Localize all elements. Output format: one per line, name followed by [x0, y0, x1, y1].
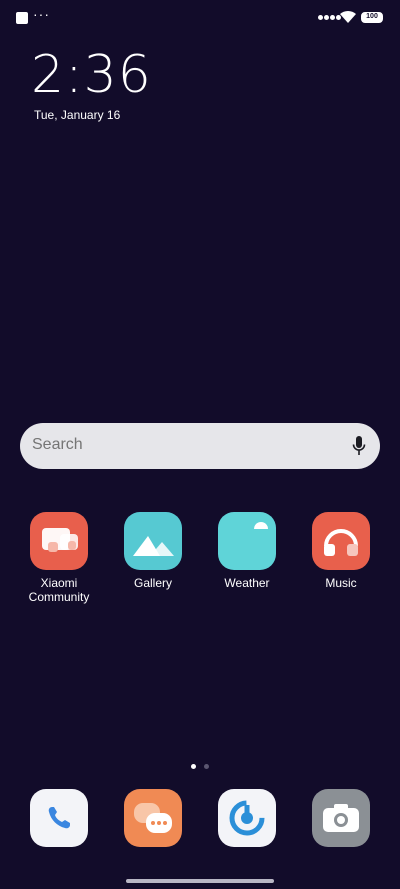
- gallery-icon[interactable]: [124, 512, 182, 570]
- app-xiaomi-community[interactable]: Xiaomi Community: [19, 512, 99, 604]
- app-weather[interactable]: Weather: [207, 512, 287, 590]
- security-icon[interactable]: [218, 789, 276, 847]
- clock-time[interactable]: 2:36: [31, 47, 152, 103]
- app-music[interactable]: Music: [301, 512, 381, 590]
- app-label: Xiaomi Community: [28, 576, 90, 604]
- clock-date[interactable]: Tue, January 16: [34, 108, 120, 122]
- xiaomi-community-icon[interactable]: [30, 512, 88, 570]
- app-label: Gallery: [133, 576, 172, 590]
- battery-icon: 100: [361, 12, 383, 23]
- app-gallery[interactable]: Gallery: [113, 512, 193, 590]
- camera-icon[interactable]: [312, 789, 370, 847]
- wifi-icon: [340, 10, 356, 23]
- microphone-icon[interactable]: [352, 435, 366, 457]
- weather-icon[interactable]: [218, 512, 276, 570]
- home-indicator[interactable]: [126, 879, 274, 883]
- app-label: Weather: [224, 576, 270, 590]
- music-icon[interactable]: [312, 512, 370, 570]
- dock-messages[interactable]: [113, 789, 193, 847]
- app-label: Music: [325, 576, 357, 590]
- dock-phone[interactable]: [19, 789, 99, 847]
- page-dot: [204, 764, 209, 769]
- battery-level: 100: [366, 13, 378, 20]
- search-input[interactable]: [32, 436, 332, 454]
- messages-icon[interactable]: [124, 789, 182, 847]
- more-notifications-indicator: ···: [33, 6, 50, 22]
- page-dot-active: [191, 764, 196, 769]
- app-grid-row: Xiaomi Community Gallery Weather Music: [0, 512, 400, 622]
- status-bar: ··· 100: [0, 0, 400, 36]
- dock-camera[interactable]: [301, 789, 381, 847]
- page-indicator: [0, 756, 400, 774]
- dock: [0, 789, 400, 849]
- search-bar[interactable]: [20, 423, 380, 469]
- phone-icon[interactable]: [30, 789, 88, 847]
- dock-security[interactable]: [207, 789, 287, 847]
- notification-square-icon: [16, 12, 28, 24]
